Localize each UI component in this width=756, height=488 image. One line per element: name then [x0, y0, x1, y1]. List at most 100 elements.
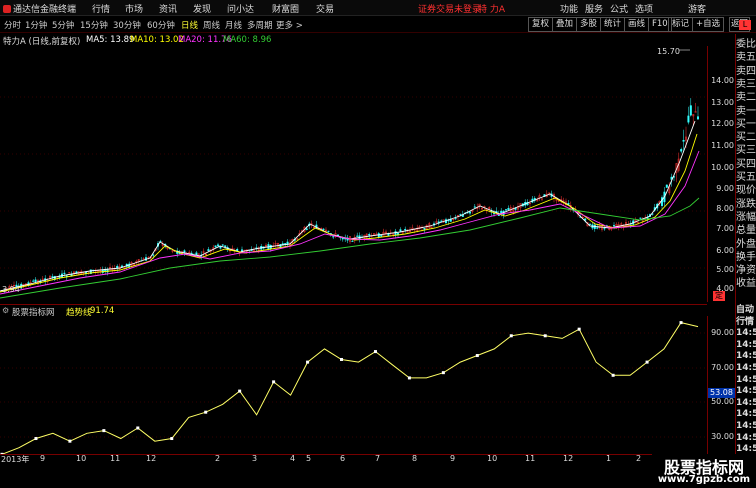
multi-stock-button[interactable]: 多股 [576, 17, 602, 32]
menu-item-trade[interactable]: 交易 [316, 2, 334, 15]
ma10-label: MA10: 13.02 [130, 35, 184, 45]
statistics-button[interactable]: 统计 [600, 17, 626, 32]
date-tick: 9 [40, 454, 46, 463]
add-watchlist-button[interactable]: +自选 [692, 17, 725, 32]
restore-rights-button[interactable]: 复权 [528, 17, 554, 32]
kline-chart[interactable]: 15.70 3.94 [0, 46, 707, 302]
date-tick: 11 [110, 454, 121, 463]
period-more[interactable]: 更多 > [276, 19, 303, 31]
draw-line-button[interactable]: 画线 [624, 17, 650, 32]
price-tick: 12.00 [711, 119, 734, 128]
watermark-url: www.7gpzb.com [657, 474, 751, 485]
sidebar-label: 换手 [736, 251, 756, 263]
scale-toggle-icon[interactable]: 定 [713, 291, 725, 301]
trend-point [645, 360, 649, 364]
trend-point [475, 354, 479, 358]
period-monthly[interactable]: 月线 [225, 19, 242, 31]
trend-point [340, 357, 344, 361]
trend-point [543, 334, 547, 338]
menu-item-exchange[interactable]: 市场 [125, 2, 143, 15]
indicator-settings-icon[interactable]: ⚙ [2, 306, 9, 315]
period-daily[interactable]: 日线 [181, 19, 198, 31]
menu-item-discover[interactable]: 发现 [193, 2, 211, 15]
candle-body [440, 220, 443, 222]
menu-item-service[interactable]: 服务 [585, 2, 603, 15]
grid-lines [0, 96, 707, 269]
indicator-tick: 90.00 [711, 328, 734, 337]
menu-item-wealth[interactable]: 财富圈 [272, 2, 299, 15]
sidebar-label: 买五 [736, 172, 756, 183]
period-weekly[interactable]: 周线 [203, 19, 220, 31]
trend-point [68, 439, 72, 443]
mark-button[interactable]: 标记 [668, 17, 694, 32]
overlay-button[interactable]: 叠加 [552, 17, 578, 32]
period-5min[interactable]: 5分钟 [52, 19, 74, 31]
date-tick: 2 [636, 454, 642, 463]
candle-body [332, 236, 335, 238]
indicator-tick: 50.00 [711, 397, 734, 406]
period-15min[interactable]: 15分钟 [80, 19, 108, 31]
trend-point [204, 410, 208, 414]
date-tick: 2 [215, 454, 221, 463]
trend-markers [0, 321, 683, 454]
price-tick: 10.00 [711, 163, 734, 172]
candle-body [183, 250, 186, 253]
candle-body [152, 254, 155, 256]
trend-point [407, 376, 411, 380]
candle-body [682, 139, 685, 142]
sidebar-label: 买二 [736, 132, 756, 144]
menu-item-options[interactable]: 选项 [635, 2, 653, 15]
date-tick: 7 [375, 454, 381, 463]
app-title: 通达信金融终端 [3, 2, 76, 15]
candle-body [687, 115, 690, 123]
sidebar-label: 总量 [736, 225, 756, 237]
app-title-text: 通达信金融终端 [13, 5, 77, 15]
trend-point [34, 437, 38, 441]
sidebar-label: 卖三 [736, 78, 756, 90]
candle-body [327, 230, 330, 232]
sidebar-label: 卖四 [736, 65, 756, 77]
price-tick: 6.00 [716, 246, 734, 255]
sidebar-label: 买三 [736, 145, 756, 157]
menu-item-function[interactable]: 功能 [560, 2, 578, 15]
trend-indicator-chart[interactable] [0, 316, 707, 454]
price-tick: 9.00 [716, 184, 734, 193]
guest-label[interactable]: 游客 [688, 2, 706, 15]
candle-body [104, 269, 107, 272]
menu-item-market[interactable]: 行情 [92, 2, 110, 15]
period-timeshare[interactable]: 分时 [4, 19, 21, 31]
level-icon[interactable]: L [739, 20, 751, 30]
date-tick: 10 [76, 454, 87, 463]
period-1min[interactable]: 1分钟 [25, 19, 47, 31]
period-30min[interactable]: 30分钟 [113, 19, 141, 31]
candle-body [305, 228, 308, 230]
ma5-label: MA5: 13.89 [86, 35, 135, 45]
login-notice[interactable]: 证券交易未登录 [418, 2, 481, 15]
ma60-label: MA60: 8.96 [223, 35, 272, 45]
menu-item-ask[interactable]: 问小达 [227, 2, 254, 15]
candle-body [469, 211, 472, 214]
date-tick: 12 [563, 454, 574, 463]
sidebar-label: 卖五 [736, 52, 756, 64]
trend-point [170, 437, 174, 441]
period-multi[interactable]: 多周期 [247, 19, 273, 31]
date-axis: 2013年 9 10 11 12 2 3 4 5 6 7 8 9 10 11 1… [0, 454, 735, 488]
date-tick: 2013年 [1, 455, 30, 464]
top-menu-bar: 通达信金融终端 行情 市场 资讯 发现 问小达 财富圈 交易 证券交易未登录 特… [0, 0, 756, 16]
trend-point [373, 350, 377, 354]
trend-point [272, 380, 276, 384]
sidebar-label: 现价 [736, 185, 756, 197]
chart-header: 特力A (日线,前复权) MA5: 13.89 MA10: 13.02 MA20… [0, 34, 735, 47]
candle-body [51, 276, 54, 278]
candle-body [207, 249, 210, 252]
candle-body [214, 245, 217, 248]
date-tick: 11 [525, 454, 536, 463]
candle-body [493, 213, 496, 215]
menu-item-news[interactable]: 资讯 [159, 2, 177, 15]
candle-body [341, 238, 344, 240]
trend-point [238, 389, 242, 393]
candle-body [34, 279, 37, 282]
period-60min[interactable]: 60分钟 [147, 19, 175, 31]
menu-item-formula[interactable]: 公式 [610, 2, 628, 15]
current-indicator-tag: 53.08 [708, 388, 735, 398]
